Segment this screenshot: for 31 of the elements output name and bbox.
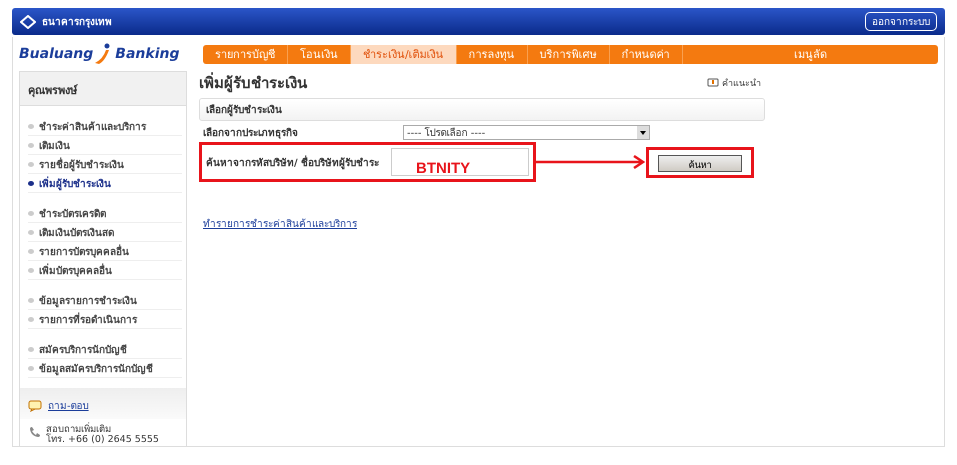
speech-bubble-icon	[28, 400, 42, 412]
contact-phone: โทร. +66 (0) 2645 5555	[46, 435, 159, 446]
search-button[interactable]: ค้นหา	[658, 154, 742, 172]
sidebar-item[interactable]: รายชื่อผู้รับชำระเงิน	[28, 155, 182, 174]
diamond-logo-icon	[20, 14, 36, 28]
sidebar-item[interactable]: เพิ่มผู้รับชำระเงิน	[28, 174, 182, 193]
sidebar-item[interactable]: ข้อมูลรายการชำระเงิน	[28, 291, 182, 310]
field-label: ค้นหาจากรหัสบริษัท/ ชื่อบริษัทผู้รับชำระ	[206, 154, 380, 170]
payment-link[interactable]: ทำรายการชำระค่าสินค้าและบริการ	[203, 216, 357, 231]
category-select[interactable]: ---- โปรดเลือก ----	[403, 125, 650, 140]
sidebar-item[interactable]: ข้อมูลสมัครบริการนักบัญชี	[28, 359, 182, 378]
sidebar-item[interactable]: รายการบัตรบุคคลอื่น	[28, 242, 182, 261]
logo-text: Bualuang	[19, 46, 94, 62]
help-link[interactable]: คำแนะนำ	[707, 76, 761, 90]
sidebar-item[interactable]: ชำระค่าสินค้าและบริการ	[28, 117, 182, 136]
sidebar-item[interactable]: เติมเงินบัตรเงินสด	[28, 223, 182, 242]
section-header: เลือกผู้รับชำระเงิน	[199, 98, 765, 121]
sidebar-item[interactable]: รายการที่รอดำเนินการ	[28, 310, 182, 329]
sidebar-item[interactable]: สมัครบริการนักบัญชี	[28, 340, 182, 359]
phone-icon	[28, 425, 42, 439]
sidebar-item[interactable]: เติมเงิน	[28, 136, 182, 155]
page-title: เพิ่มผู้รับชำระเงิน	[199, 71, 307, 94]
field-label: เลือกจากประเภทธุรกิจ	[203, 126, 299, 140]
faq-link[interactable]: ถาม-ตอบ	[48, 398, 89, 413]
logout-button[interactable]: ออกจากระบบ	[865, 12, 937, 31]
bank-name: ธนาคารกรุงเทพ	[42, 16, 112, 29]
sidebar-item[interactable]: ชำระบัตรเครดิต	[28, 204, 182, 223]
search-field[interactable]: BTNITY	[391, 148, 529, 176]
user-name: คุณพรพงษ์	[20, 72, 186, 106]
logo-text: Banking	[115, 46, 180, 62]
sidebar-item[interactable]: เพิ่มบัตรบุคคลอื่น	[28, 261, 182, 280]
